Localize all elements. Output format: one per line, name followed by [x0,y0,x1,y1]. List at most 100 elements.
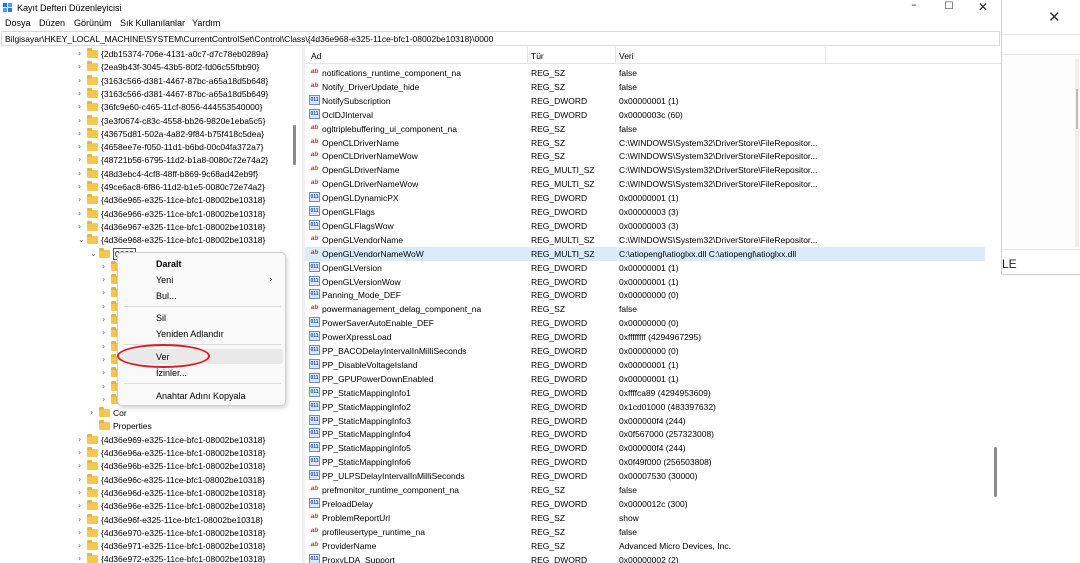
value-row[interactable]: ab ogltriplebuffering_ui_component_na REG_… [305,122,985,136]
value-row[interactable]: 011 OpenGLVersion REG_DWORD 0x00000001 (1) [305,261,985,275]
chevron-right-icon[interactable]: › [78,501,86,510]
value-row[interactable]: ab profileusertype_runtime_na REG_SZ false [305,525,985,539]
value-row[interactable]: 011 PowerSaverAutoEnable_DEF REG_DWORD 0x00… [305,316,985,330]
tree-item[interactable]: › {2db15374-706e-4131-a0c7-d7c78eb0289a} [78,48,287,61]
background-close-icon[interactable]: ✕ [1048,8,1061,26]
chevron-right-icon[interactable]: › [78,102,86,111]
value-row[interactable]: 011 OpenGLFlagsWow REG_DWORD 0x00000003 (3) [305,219,985,233]
tree-item[interactable]: › {2ea9b43f-3045-43b5-80f2-fd06c55fbb90} [78,61,287,74]
value-row[interactable]: 011 ProxyLDA_Support REG_DWORD 0x00000002 (… [305,553,985,563]
value-row[interactable]: 011 PreloadDelay REG_DWORD 0x0000012c (300) [305,497,985,511]
chevron-right-icon[interactable]: › [78,182,86,191]
tree-item[interactable]: › {48721b56-6795-11d2-b1a8-0080c72e74a2} [78,154,287,167]
value-row[interactable]: ab OpenGLVendorNameWoW REG_MULTI_SZ C:\atio… [305,246,985,261]
value-row[interactable]: 011 OpenGLFlags REG_DWORD 0x00000003 (3) [305,205,985,219]
tree-item[interactable]: › {4d36e965-e325-11ce-bfc1-08002be10318} [78,194,287,207]
tree-item[interactable]: › {4d36e96d-e325-11ce-bfc1-08002be10318} [78,486,287,500]
chevron-down-icon[interactable]: ⌄ [78,235,86,244]
value-row[interactable]: 011 OpenGLDynamicPX REG_DWORD 0x00000001 (1… [305,191,985,205]
tree-item[interactable]: › {4d36e966-e325-11ce-bfc1-08002be10318} [78,207,287,221]
menu-item-delete[interactable]: Sil [156,313,166,323]
minimize-button[interactable]: – [897,0,931,14]
menu-item-find[interactable]: Bul... [156,291,177,301]
value-row[interactable]: ab ProviderName REG_SZ Advanced Micro Devic… [305,539,985,553]
value-row[interactable]: 011 OclDJInterval REG_DWORD 0x0000003c (60) [305,108,985,122]
tree-scrollbar[interactable] [287,47,301,563]
value-row[interactable]: 011 PP_StaticMappingInfo3 REG_DWORD 0x00000… [305,414,985,428]
menu-item-copy-key-name[interactable]: Anahtar Adını Kopyala [156,391,246,401]
tree-item[interactable]: › Cor [90,407,287,420]
tree-item[interactable]: › {49ce6ac8-6f86-11d2-b1e5-0080c72e74a2} [78,181,287,194]
tree-item[interactable]: Properties [99,420,287,433]
value-row[interactable]: ab OpenCLDriverNameWow REG_SZ C:\WINDOWS\Sy… [305,149,985,163]
tree-item[interactable]: › {36fc9e60-c465-11cf-8056-444553540000} [78,101,287,114]
chevron-right-icon[interactable]: › [78,62,86,71]
value-row[interactable]: 011 PP_StaticMappingInfo6 REG_DWORD 0x0f49f… [305,455,985,469]
tree-item[interactable]: › {4d36e972-e325-11ce-bfc1-08002be10318} [78,553,287,563]
value-row[interactable]: 011 PP_DisableVoltageIsland REG_DWORD 0x000… [305,358,985,372]
menu-item-export[interactable]: Ver [156,352,170,362]
menu-view[interactable]: Görünüm [74,18,112,28]
column-data[interactable]: Veri [619,51,634,61]
tree-item[interactable]: › {4d36e969-e325-11ce-bfc1-08002be10318} [78,433,287,447]
tree-item[interactable]: › {4d36e96f-e325-11ce-bfc1-08002be10318} [78,513,287,527]
chevron-right-icon[interactable]: › [78,116,86,125]
chevron-right-icon[interactable]: › [102,395,110,404]
tree-item[interactable]: › {4d36e96a-e325-11ce-bfc1-08002be10318} [78,447,287,460]
background-scrollbar[interactable] [1075,59,1079,247]
tree-item[interactable]: › {4658ee7e-f050-11d1-b6bd-00c04fa372a7} [78,141,287,154]
maximize-button[interactable]: ☐ [932,1,966,17]
chevron-right-icon[interactable]: › [102,382,110,391]
chevron-right-icon[interactable]: › [78,448,86,457]
chevron-right-icon[interactable]: › [102,368,110,377]
value-row[interactable]: ab OpenGLDriverNameWow REG_MULTI_SZ C:\WIND… [305,177,985,191]
tree-item[interactable]: › {3163c566-d381-4467-87bc-a65a18d5b648} [78,74,287,88]
chevron-right-icon[interactable]: › [102,302,110,311]
chevron-right-icon[interactable]: › [102,288,110,297]
tree-item[interactable]: ⌄ {4d36e968-e325-11ce-bfc1-08002be10318} [78,234,287,247]
tree-item[interactable]: › {4d36e96e-e325-11ce-bfc1-08002be10318} [78,500,287,513]
value-row[interactable]: ab powermanagement_delag_component_na REG_… [305,302,985,316]
tree-item[interactable]: › {43675d81-502a-4a82-9f84-b75f418c5dea} [78,127,287,141]
value-row[interactable]: 011 PP_StaticMappingInfo5 REG_DWORD 0x00000… [305,441,985,455]
value-row[interactable]: 011 PP_StaticMappingInfo1 REG_DWORD 0xffffc… [305,386,985,400]
chevron-right-icon[interactable]: › [78,155,86,164]
menu-file[interactable]: Dosya [5,18,31,28]
chevron-right-icon[interactable]: › [78,222,86,231]
menu-item-permissions[interactable]: İzinler... [156,368,187,378]
chevron-right-icon[interactable]: › [78,129,86,138]
chevron-right-icon[interactable]: › [78,461,86,470]
chevron-right-icon[interactable]: › [90,408,98,417]
column-separator[interactable] [825,47,826,64]
tree-scrollbar-thumb[interactable] [293,125,296,165]
chevron-right-icon[interactable]: › [102,275,110,284]
value-row[interactable]: 011 OpenGLVersionWow REG_DWORD 0x00000001 (… [305,275,985,289]
chevron-right-icon[interactable]: › [78,142,86,151]
value-row[interactable]: ab notifications_runtime_component_na REG_… [305,66,985,80]
address-bar[interactable]: Bilgisayar\HKEY_LOCAL_MACHINE\SYSTEM\Cur… [1,31,1000,46]
tree-item[interactable]: › {4d36e96b-e325-11ce-bfc1-08002be10318} [78,460,287,473]
value-row[interactable]: ab prefmonitor_runtime_component_na REG_SZ… [305,483,985,497]
column-separator[interactable] [615,47,616,64]
chevron-right-icon[interactable]: › [78,195,86,204]
value-row[interactable]: ab OpenCLDriverName REG_SZ C:\WINDOWS\Syste… [305,136,985,150]
value-row[interactable]: 011 NotifySubscription REG_DWORD 0x00000001… [305,94,985,108]
value-row[interactable]: ab OpenGLDriverName REG_MULTI_SZ C:\WINDOWS… [305,163,985,177]
chevron-right-icon[interactable]: › [78,488,86,497]
chevron-right-icon[interactable]: › [78,541,86,550]
value-row[interactable]: 011 PP_StaticMappingInfo2 REG_DWORD 0x1cd01… [305,400,985,414]
menu-edit[interactable]: Düzen [39,18,65,28]
chevron-right-icon[interactable]: › [78,554,86,563]
chevron-right-icon[interactable]: › [78,89,86,98]
column-separator[interactable] [527,47,528,64]
chevron-right-icon[interactable]: › [78,169,86,178]
tree-item[interactable]: › {4d36e970-e325-11ce-bfc1-08002be10318} [78,526,287,540]
menu-item-rename[interactable]: Yeniden Adlandır [156,329,224,339]
tree-item[interactable]: › {4d36e967-e325-11ce-bfc1-08002be10318} [78,220,287,234]
value-row[interactable]: 011 PP_StaticMappingInfo4 REG_DWORD 0x0f567… [305,427,985,441]
chevron-right-icon[interactable]: › [78,475,86,484]
tree-item[interactable]: › {4d36e96c-e325-11ce-bfc1-08002be10318} [78,473,287,487]
value-row[interactable]: 011 PP_GPUPowerDownEnabled REG_DWORD 0x0000… [305,372,985,386]
chevron-right-icon[interactable]: › [102,342,110,351]
chevron-right-icon[interactable]: › [102,355,110,364]
